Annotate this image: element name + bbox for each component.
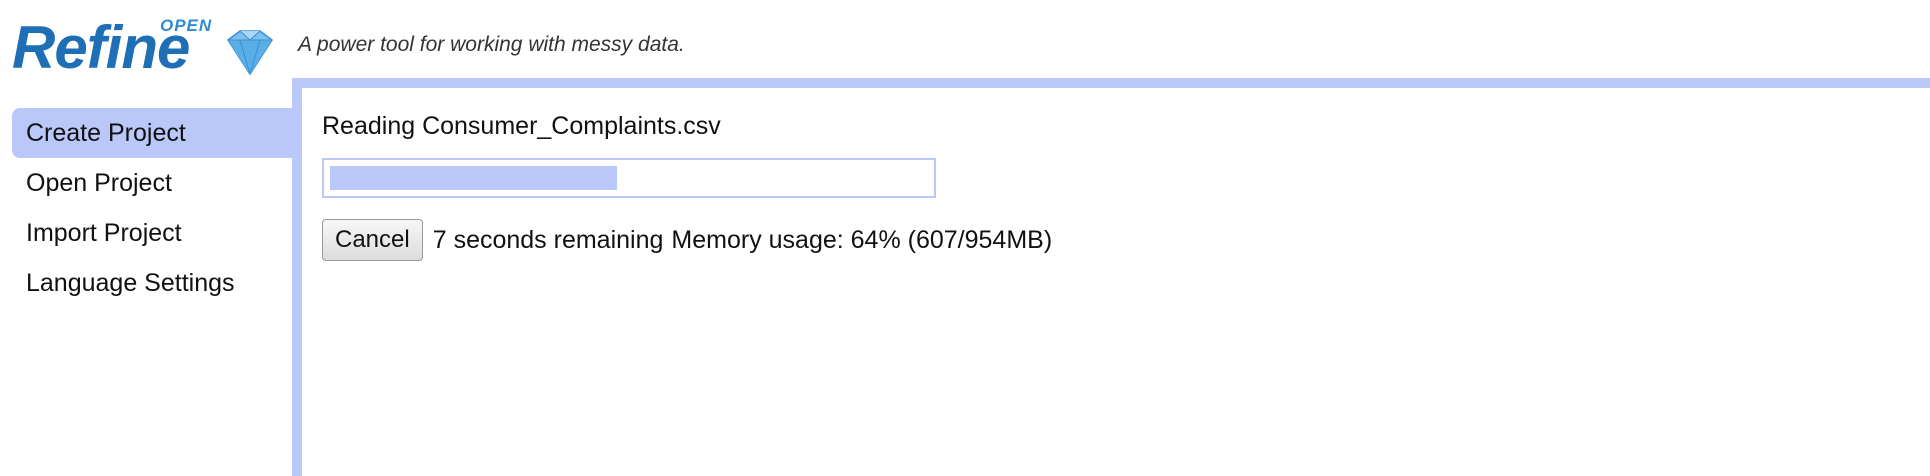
sidebar-item-open-project[interactable]: Open Project	[12, 158, 292, 208]
sidebar-item-language-settings[interactable]: Language Settings	[12, 258, 292, 308]
header: OPEN Refine A power tool for working wit…	[0, 0, 1930, 78]
progress-bar-fill	[330, 166, 617, 190]
tagline: A power tool for working with messy data…	[298, 33, 685, 56]
sidebar-item-create-project[interactable]: Create Project	[12, 108, 292, 158]
status-row: Cancel 7 seconds remaining Memory usage:…	[322, 218, 1052, 262]
reading-file-text: Reading Consumer_Complaints.csv	[322, 112, 721, 140]
cancel-button[interactable]: Cancel	[322, 219, 423, 261]
memory-usage-text: Memory usage: 64% (607/954MB)	[671, 225, 1053, 254]
main-panel: Reading Consumer_Complaints.csv Cancel 7…	[292, 78, 1930, 476]
time-remaining-text: 7 seconds remaining	[432, 225, 664, 254]
logo-refine-text: Refine	[12, 14, 190, 81]
sidebar-item-import-project[interactable]: Import Project	[12, 208, 292, 258]
progress-bar	[322, 158, 936, 198]
diamond-icon	[226, 30, 274, 76]
sidebar: Create Project Open Project Import Proje…	[0, 78, 292, 476]
openrefine-logo[interactable]: OPEN Refine	[10, 14, 275, 80]
